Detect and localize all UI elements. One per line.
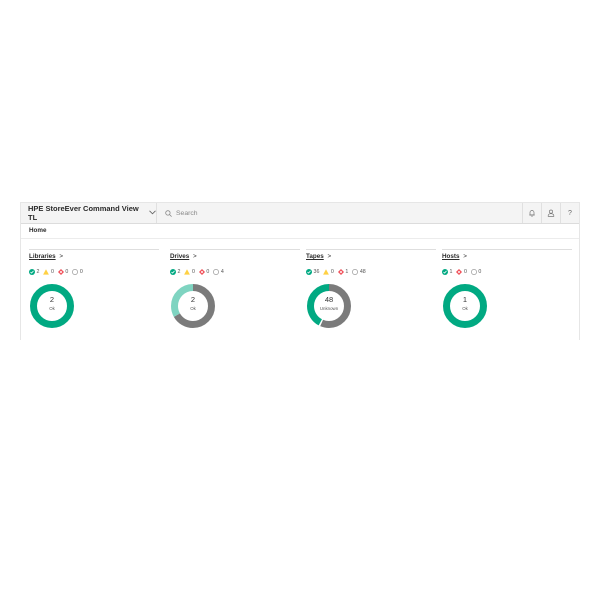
status-ok[interactable]: 2 bbox=[29, 269, 39, 275]
app-title: HPE StoreEver Command View TL bbox=[28, 204, 139, 222]
panel-tapes: Tapes > 36 0 1 48 48 Unknown bbox=[306, 249, 436, 328]
status-warning[interactable]: 0 bbox=[184, 269, 195, 275]
panel-title-drives[interactable]: Drives > bbox=[170, 253, 300, 260]
status-critical[interactable]: 0 bbox=[57, 269, 69, 275]
donut-count: 2 bbox=[49, 295, 55, 304]
panel-hosts: Hosts > 1 0 0 1 Ok bbox=[442, 249, 572, 328]
panel-title-hosts[interactable]: Hosts > bbox=[442, 253, 572, 260]
status-warning[interactable]: 0 bbox=[323, 269, 334, 275]
critical-icon bbox=[456, 269, 463, 275]
panel-divider bbox=[170, 249, 300, 250]
app-title-menu[interactable]: HPE StoreEver Command View TL bbox=[21, 203, 157, 223]
chevron-right-icon: > bbox=[327, 253, 332, 260]
status-row: 2 0 0 4 bbox=[170, 269, 300, 275]
chevron-right-icon: > bbox=[59, 253, 64, 260]
unknown-count: 48 bbox=[359, 269, 366, 275]
user-icon[interactable] bbox=[541, 203, 560, 223]
status-row: 2 0 0 0 bbox=[29, 269, 159, 275]
panel-title-link[interactable]: Tapes bbox=[306, 253, 324, 260]
critical-count: 0 bbox=[206, 269, 210, 275]
donut-label: Ok bbox=[462, 306, 468, 311]
status-unknown[interactable]: 48 bbox=[352, 269, 366, 275]
critical-icon bbox=[337, 269, 344, 275]
unknown-icon bbox=[72, 269, 79, 275]
panel-libraries: Libraries > 2 0 0 0 2 Ok bbox=[29, 249, 159, 328]
status-unknown[interactable]: 0 bbox=[72, 269, 83, 275]
app-window: HPE StoreEver Command View TL Search ? H… bbox=[20, 202, 580, 340]
ok-count: 2 bbox=[36, 269, 40, 275]
unknown-count: 4 bbox=[220, 269, 224, 275]
donut-chart-tapes[interactable]: 48 Unknown bbox=[306, 283, 352, 329]
dashboard-panels: Libraries > 2 0 0 0 2 Ok Drives > 2 0 0 … bbox=[21, 239, 579, 339]
bell-icon[interactable] bbox=[522, 203, 541, 223]
warning-icon bbox=[323, 269, 330, 275]
warning-count: 0 bbox=[50, 269, 54, 275]
unknown-count: 0 bbox=[79, 269, 83, 275]
ok-count: 36 bbox=[313, 269, 320, 275]
donut-chart-drives[interactable]: 2 Ok bbox=[170, 283, 216, 329]
search-input[interactable]: Search bbox=[157, 203, 522, 223]
panel-title-link[interactable]: Libraries bbox=[29, 253, 56, 260]
panel-drives: Drives > 2 0 0 4 2 Ok bbox=[170, 249, 300, 328]
ok-count: 2 bbox=[177, 269, 181, 275]
panel-divider bbox=[442, 249, 572, 250]
chevron-down-icon bbox=[149, 209, 156, 217]
status-row: 36 0 1 48 bbox=[306, 269, 436, 275]
help-icon[interactable]: ? bbox=[560, 203, 579, 223]
unknown-icon bbox=[213, 269, 220, 275]
panel-title-link[interactable]: Hosts bbox=[442, 253, 460, 260]
chevron-right-icon: > bbox=[193, 253, 197, 260]
chevron-right-icon: > bbox=[463, 253, 467, 260]
panel-divider bbox=[306, 249, 436, 250]
unknown-icon bbox=[470, 269, 477, 275]
warning-icon bbox=[184, 269, 191, 275]
donut-label: Unknown bbox=[319, 306, 339, 311]
panel-divider bbox=[29, 249, 159, 250]
critical-count: 0 bbox=[463, 269, 467, 275]
donut-label: Ok bbox=[190, 306, 196, 311]
search-icon bbox=[165, 209, 172, 217]
help-label: ? bbox=[568, 209, 572, 217]
status-ok[interactable]: 1 bbox=[442, 269, 452, 275]
search-placeholder: Search bbox=[176, 209, 198, 217]
donut-label: Ok bbox=[49, 306, 55, 311]
critical-count: 1 bbox=[345, 269, 349, 275]
ok-icon bbox=[170, 269, 176, 275]
status-row: 1 0 0 bbox=[442, 269, 572, 275]
critical-count: 0 bbox=[65, 269, 69, 275]
breadcrumb: Home bbox=[21, 224, 579, 239]
status-critical[interactable]: 0 bbox=[198, 269, 210, 275]
warning-count: 0 bbox=[330, 269, 334, 275]
panel-title-libraries[interactable]: Libraries > bbox=[29, 253, 159, 260]
ok-icon bbox=[29, 269, 35, 275]
unknown-icon bbox=[352, 269, 359, 275]
ok-icon bbox=[306, 269, 312, 275]
donut-count: 1 bbox=[462, 295, 468, 304]
ok-icon bbox=[442, 269, 448, 275]
critical-icon bbox=[57, 269, 64, 275]
status-unknown[interactable]: 4 bbox=[213, 269, 224, 275]
status-critical[interactable]: 1 bbox=[337, 269, 349, 275]
panel-title-tapes[interactable]: Tapes > bbox=[306, 253, 436, 260]
status-ok[interactable]: 2 bbox=[170, 269, 180, 275]
status-ok[interactable]: 36 bbox=[306, 269, 319, 275]
status-critical[interactable]: 0 bbox=[456, 269, 467, 275]
donut-count: 48 bbox=[324, 295, 334, 304]
critical-icon bbox=[198, 269, 205, 275]
unknown-count: 0 bbox=[478, 269, 482, 275]
panel-title-link[interactable]: Drives bbox=[170, 253, 189, 260]
status-unknown[interactable]: 0 bbox=[470, 269, 482, 275]
donut-chart-hosts[interactable]: 1 Ok bbox=[442, 283, 488, 329]
donut-chart-libraries[interactable]: 2 Ok bbox=[29, 283, 75, 329]
donut-count: 2 bbox=[190, 295, 196, 304]
top-bar: HPE StoreEver Command View TL Search ? bbox=[21, 203, 579, 224]
status-warning[interactable]: 0 bbox=[43, 269, 54, 275]
ok-count: 1 bbox=[449, 269, 453, 275]
warning-icon bbox=[43, 269, 50, 275]
top-icons: ? bbox=[522, 203, 579, 223]
warning-count: 0 bbox=[191, 269, 195, 275]
